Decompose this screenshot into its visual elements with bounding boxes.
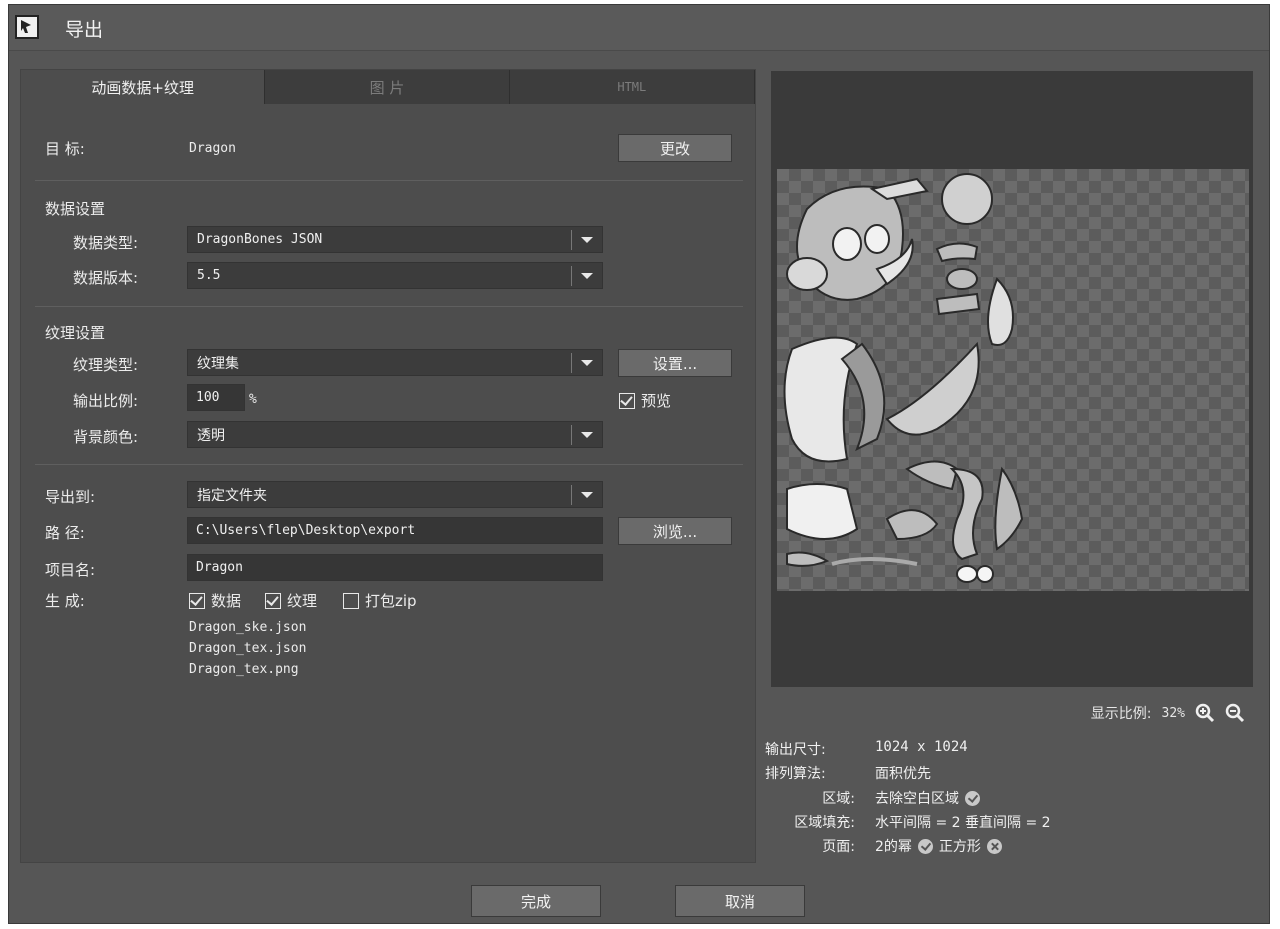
tab-bar: 动画数据+纹理 图 片 HTML — [21, 70, 755, 104]
zoom-out-icon[interactable] — [1225, 703, 1245, 723]
export-dialog: 导出 动画数据+纹理 图 片 HTML 目 标: Dragon 更改 数据设置 … — [8, 4, 1270, 924]
zoom-in-icon[interactable] — [1195, 703, 1215, 723]
app-icon — [15, 15, 39, 39]
output-scale-label: 输出比例: — [73, 392, 139, 410]
bg-color-value: 透明 — [197, 427, 225, 444]
texture-type-label: 纹理类型: — [73, 356, 139, 374]
close-circle-icon — [986, 838, 1002, 854]
texture-type-value: 纹理集 — [197, 355, 239, 372]
check-circle-icon — [917, 838, 933, 854]
output-size-value: 1024 x 1024 — [875, 739, 968, 755]
zip-checkbox[interactable] — [343, 592, 359, 609]
target-value: Dragon — [189, 141, 236, 156]
bg-color-label: 背景颜色: — [73, 428, 139, 446]
done-button[interactable]: 完成 — [471, 885, 601, 917]
chevron-down-icon — [572, 263, 602, 288]
data-option-label: 数据 — [211, 592, 242, 610]
zoom-value: 32% — [1161, 705, 1185, 721]
region-value: 去除空白区域 — [875, 791, 959, 807]
texture-type-select[interactable]: 纹理集 — [187, 349, 603, 376]
chevron-down-icon — [572, 422, 602, 447]
padding-label: 区域填充: — [794, 815, 855, 831]
data-type-value: DragonBones JSON — [197, 232, 323, 247]
tab-animation-texture[interactable]: 动画数据+纹理 — [21, 70, 266, 104]
generate-zip-option[interactable]: 打包zip — [343, 590, 417, 611]
output-file: Dragon_ske.json — [189, 620, 307, 635]
check-circle-icon — [965, 790, 980, 806]
zoom-label: 显示比例: — [1090, 706, 1152, 722]
zoom-controls: 显示比例: 32% — [1091, 703, 1245, 723]
bg-color-select[interactable]: 透明 — [187, 421, 603, 448]
zip-option-label: 打包zip — [365, 592, 417, 610]
preview-label: 预览 — [641, 392, 672, 410]
tab-html[interactable]: HTML — [509, 70, 755, 104]
data-type-select[interactable]: DragonBones JSON — [187, 226, 603, 253]
divider — [35, 180, 743, 181]
region-label: 区域: — [822, 791, 855, 807]
page-power-of-two: 2的幂 — [875, 839, 912, 855]
texture-settings-button[interactable]: 设置... — [618, 349, 732, 377]
data-version-label: 数据版本: — [73, 269, 139, 287]
window-title: 导出 — [65, 19, 104, 41]
padding-value: 水平间隔 = 2 垂直间隔 = 2 — [875, 815, 1051, 831]
preview-checkbox[interactable] — [619, 392, 635, 409]
page-label: 页面: — [822, 839, 855, 855]
texture-checkbox[interactable] — [265, 592, 281, 609]
target-label: 目 标: — [45, 140, 85, 158]
project-name-label: 项目名: — [45, 561, 96, 579]
export-to-label: 导出到: — [45, 488, 96, 506]
change-button[interactable]: 更改 — [618, 134, 732, 162]
output-file: Dragon_tex.png — [189, 662, 299, 677]
chevron-down-icon — [572, 227, 602, 252]
tab-image[interactable]: 图 片 — [265, 70, 510, 104]
preview-toggle[interactable]: 预览 — [619, 390, 671, 411]
texture-preview-panel — [771, 71, 1253, 687]
output-scale-input[interactable]: 100 — [187, 384, 245, 411]
chevron-down-icon — [572, 482, 602, 507]
output-size-label: 输出尺寸: — [765, 742, 826, 758]
export-to-value: 指定文件夹 — [197, 487, 267, 504]
algorithm-value: 面积优先 — [875, 766, 931, 782]
data-checkbox[interactable] — [189, 592, 205, 609]
path-label: 路 径: — [45, 524, 85, 542]
texture-settings-heading: 纹理设置 — [45, 324, 106, 342]
path-input[interactable]: C:\Users\flep\Desktop\export — [187, 517, 603, 544]
output-scale-unit: % — [249, 392, 257, 407]
browse-button[interactable]: 浏览... — [618, 517, 732, 545]
chevron-down-icon — [572, 350, 602, 375]
output-file: Dragon_tex.json — [189, 641, 307, 656]
cancel-button[interactable]: 取消 — [675, 885, 805, 917]
texture-option-label: 纹理 — [287, 592, 318, 610]
dragon-texture-image — [783, 173, 1024, 583]
divider — [35, 464, 743, 465]
generate-label: 生 成: — [45, 592, 85, 610]
title-bar: 导出 — [9, 5, 1269, 51]
data-settings-heading: 数据设置 — [45, 200, 106, 218]
divider — [35, 306, 743, 307]
data-version-value: 5.5 — [197, 268, 221, 283]
project-name-input[interactable]: Dragon — [187, 554, 603, 581]
data-version-select[interactable]: 5.5 — [187, 262, 603, 289]
settings-panel: 动画数据+纹理 图 片 HTML 目 标: Dragon 更改 数据设置 数据类… — [20, 69, 756, 863]
page-square: 正方形 — [938, 839, 981, 855]
generate-texture-option[interactable]: 纹理 — [265, 590, 317, 611]
data-type-label: 数据类型: — [73, 234, 139, 252]
algorithm-label: 排列算法: — [765, 766, 826, 782]
region-row: 去除空白区域 — [875, 788, 980, 808]
page-row: 2的幂 正方形 — [875, 836, 1002, 856]
export-to-select[interactable]: 指定文件夹 — [187, 481, 603, 508]
texture-atlas-preview[interactable] — [777, 169, 1249, 591]
generate-data-option[interactable]: 数据 — [189, 590, 241, 611]
